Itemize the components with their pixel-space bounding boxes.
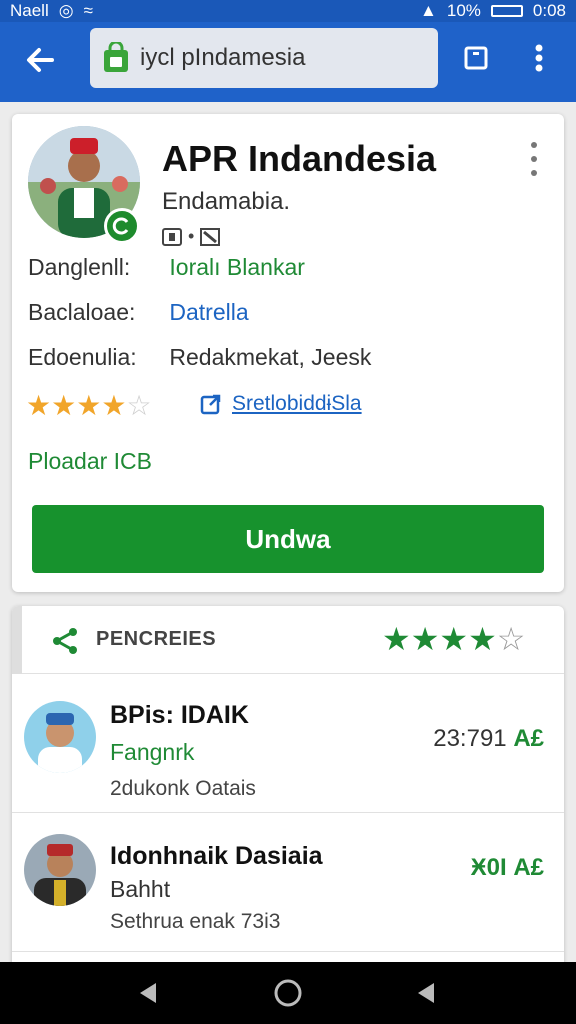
star-icon: ★ <box>439 621 469 657</box>
info-label: Baclaloae: <box>28 299 136 325</box>
back-arrow-icon <box>27 48 54 72</box>
info-value: Redakmekat, Jeesk <box>169 344 372 370</box>
share-icon[interactable] <box>50 626 80 656</box>
reviewer-subtitle: Fangnrk <box>110 739 195 765</box>
star-icon: ★ <box>468 621 497 657</box>
info-row-category: Danglenll: Ioralı Blankar <box>28 254 305 281</box>
wifi-icon: ≈ <box>83 1 93 20</box>
review-stat: 23:791 A£ <box>433 725 544 753</box>
info-row-publisher: Edoenulia: Redakmekat, Jeesk <box>28 344 371 371</box>
review-stat-value: Ӿ0I <box>470 854 507 881</box>
star-icon: ★ <box>26 390 52 421</box>
back-triangle-icon[interactable] <box>136 980 162 1006</box>
overflow-menu-icon <box>535 44 543 72</box>
star-icon: ☆ <box>126 390 152 421</box>
external-link-text: SretlobiddɨSla <box>232 392 362 415</box>
battery-icon <box>490 5 523 17</box>
reviews-card: PENCREIES ★ ★ ★ ★ ☆ BPis: IDAIK Fangnrk … <box>12 606 564 966</box>
install-button[interactable]: Undwa <box>32 505 544 573</box>
app-overflow-menu-icon[interactable] <box>524 142 544 176</box>
external-link[interactable]: SretlobiddɨSla <box>200 392 362 416</box>
reviewer-name: Idonhnaik Dasiaia <box>110 842 323 870</box>
star-icon: ★ <box>101 390 127 421</box>
download-size-label: Ploadar ICB <box>28 448 153 474</box>
info-label: Danglenll: <box>28 254 131 280</box>
app-developer[interactable]: Endamabia. <box>162 188 290 216</box>
reviewer-avatar <box>24 834 96 906</box>
reviewer-avatar <box>24 701 96 773</box>
app-details-card: APR Indandesia Endamabia. • Danglenll: I… <box>12 114 564 592</box>
info-value[interactable]: Ioralı Blankar <box>169 254 305 280</box>
ads-flag-icon <box>200 227 221 246</box>
browser-toolbar: iycl pIndamesia <box>0 22 576 102</box>
verified-badge-icon <box>104 208 140 244</box>
review-item[interactable]: BPis: IDAIK Fangnrk 2dukonk Oatais 23:79… <box>12 675 564 813</box>
external-link-icon <box>200 394 221 415</box>
signal-icon: ▲ <box>420 1 437 20</box>
review-detail: Sethrua enak 73i3 <box>110 910 281 933</box>
status-bar: Naell ◎ ≈ ▲ 10% 0:08 <box>0 0 576 22</box>
info-value[interactable]: Datrella <box>169 299 248 325</box>
review-stat-currency: A£ <box>513 854 544 881</box>
system-nav-bar <box>0 962 576 1024</box>
notification-icon: ◎ <box>58 1 74 20</box>
tabs-button[interactable] <box>460 42 492 74</box>
review-detail: 2dukonk Oatais <box>110 777 256 800</box>
reviews-rating-stars: ★ ★ ★ ★ ☆ <box>382 622 525 656</box>
recents-icon[interactable] <box>414 980 440 1006</box>
carrier-text: Naell <box>10 1 49 20</box>
review-stat-value: 23:791 <box>433 725 507 752</box>
star-icon: ★ <box>76 390 102 421</box>
clock: 0:08 <box>532 1 566 20</box>
app-meta: • <box>162 226 221 247</box>
reviewer-name: BPis: IDAIK <box>110 701 249 729</box>
url-text: iycl pIndamesia <box>140 44 306 71</box>
tabs-icon <box>464 46 488 70</box>
star-icon: ★ <box>51 390 77 421</box>
app-rating-stars: ★ ★ ★ ★ ☆ <box>26 392 152 420</box>
lock-bag-icon <box>104 42 128 72</box>
reviews-title: PENCREIES <box>96 628 217 650</box>
star-icon: ★ <box>382 621 411 657</box>
review-stat-currency: A£ <box>513 725 544 752</box>
home-circle-icon[interactable] <box>273 978 303 1008</box>
reviews-header: PENCREIES ★ ★ ★ ★ ☆ <box>12 606 564 674</box>
url-bar[interactable]: iycl pIndamesia <box>90 28 438 88</box>
info-row-language: Baclaloae: Datrella <box>28 299 249 326</box>
back-button[interactable] <box>18 40 62 80</box>
star-icon: ★ <box>410 621 440 657</box>
battery-percent: 10% <box>446 1 481 20</box>
header-accent <box>12 606 22 674</box>
review-item[interactable]: Idonhnaik Dasiaia Bahht Sethrua enak 73i… <box>12 814 564 952</box>
content-rating-icon <box>162 227 182 246</box>
overflow-menu-button[interactable] <box>524 40 554 76</box>
review-stat: Ӿ0I A£ <box>471 854 544 882</box>
info-label: Edoenulia: <box>28 344 137 370</box>
meta-separator: • <box>188 226 195 246</box>
reviewer-subtitle: Bahht <box>110 876 171 902</box>
star-icon: ☆ <box>496 621 526 657</box>
app-title: APR Indandesia <box>162 138 437 179</box>
